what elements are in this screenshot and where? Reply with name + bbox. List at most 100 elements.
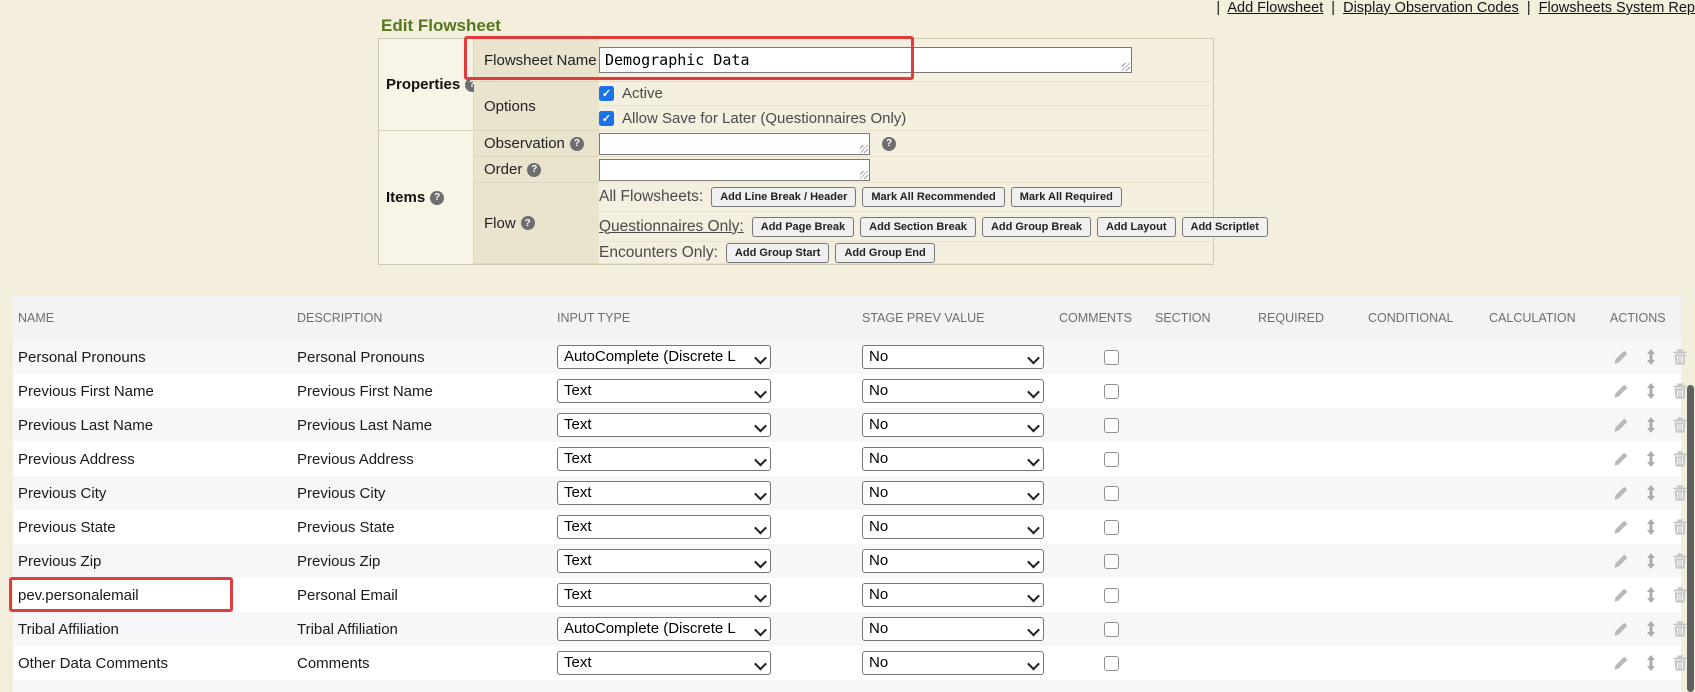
stage-prev-value-select[interactable]: No — [862, 379, 1044, 403]
add-flowsheet-link[interactable]: Add Flowsheet — [1227, 0, 1323, 16]
help-icon[interactable]: ? — [430, 191, 444, 205]
input-type-select[interactable]: Text — [557, 481, 771, 505]
trash-icon[interactable] — [1673, 587, 1687, 603]
pencil-icon[interactable] — [1613, 553, 1629, 569]
pencil-icon[interactable] — [1613, 655, 1629, 671]
trash-icon[interactable] — [1673, 621, 1687, 637]
mark-all-required-button[interactable]: Mark All Required — [1011, 187, 1122, 207]
pencil-icon[interactable] — [1613, 417, 1629, 433]
input-type-select[interactable]: AutoComplete (Discrete L — [557, 617, 771, 641]
add-page-break-button[interactable]: Add Page Break — [752, 217, 854, 237]
resize-handle-icon[interactable] — [860, 171, 868, 179]
trash-icon[interactable] — [1673, 519, 1687, 535]
comments-checkbox[interactable] — [1104, 622, 1119, 637]
properties-section-label: Properties ? — [379, 39, 474, 131]
item-name: Previous Last Name — [18, 408, 153, 442]
move-vertical-icon[interactable] — [1646, 485, 1656, 501]
input-type-select[interactable]: Text — [557, 515, 771, 539]
add-scriptlet-button[interactable]: Add Scriptlet — [1182, 217, 1268, 237]
add-group-end-button[interactable]: Add Group End — [835, 243, 934, 263]
add-layout-button[interactable]: Add Layout — [1097, 217, 1176, 237]
stage-prev-value-select[interactable]: No — [862, 549, 1044, 573]
observation-input[interactable] — [599, 133, 870, 155]
move-vertical-icon[interactable] — [1646, 451, 1656, 467]
trash-icon[interactable] — [1673, 553, 1687, 569]
active-checkbox[interactable]: ✓ — [599, 86, 614, 101]
item-name: Personal Pronouns — [18, 340, 146, 374]
flowsheets-system-reports-link[interactable]: Flowsheets System Rep — [1539, 0, 1695, 16]
move-vertical-icon[interactable] — [1646, 655, 1656, 671]
input-type-select[interactable]: AutoComplete (Discrete L — [557, 345, 771, 369]
move-vertical-icon[interactable] — [1646, 383, 1656, 399]
chevron-down-icon — [756, 593, 765, 602]
flowsheet-name-value: Demographic Data — [605, 51, 750, 69]
comments-checkbox[interactable] — [1104, 418, 1119, 433]
trash-icon[interactable] — [1673, 349, 1687, 365]
comments-checkbox[interactable] — [1104, 350, 1119, 365]
trash-icon[interactable] — [1673, 451, 1687, 467]
resize-handle-icon[interactable] — [860, 145, 868, 153]
stage-prev-value-select[interactable]: No — [862, 413, 1044, 437]
move-vertical-icon[interactable] — [1646, 417, 1656, 433]
resize-handle-icon[interactable] — [1122, 63, 1130, 71]
trash-icon[interactable] — [1673, 383, 1687, 399]
move-vertical-icon[interactable] — [1646, 621, 1656, 637]
move-vertical-icon[interactable] — [1646, 587, 1656, 603]
add-group-break-button[interactable]: Add Group Break — [982, 217, 1091, 237]
pencil-icon[interactable] — [1613, 485, 1629, 501]
allow-save-checkbox[interactable]: ✓ — [599, 111, 614, 126]
help-icon[interactable]: ? — [882, 137, 896, 151]
link-separator: | — [1523, 0, 1535, 16]
vertical-scrollbar[interactable] — [1687, 385, 1694, 692]
order-input[interactable] — [599, 159, 870, 181]
trash-icon[interactable] — [1673, 655, 1687, 671]
items-section-label: Items ? — [379, 131, 474, 264]
input-type-select[interactable]: Text — [557, 413, 771, 437]
stage-prev-value-select[interactable]: No — [862, 515, 1044, 539]
add-group-start-button[interactable]: Add Group Start — [726, 243, 830, 263]
item-description: Previous Zip — [297, 544, 380, 578]
move-vertical-icon[interactable] — [1646, 553, 1656, 569]
comments-checkbox[interactable] — [1104, 486, 1119, 501]
pencil-icon[interactable] — [1613, 621, 1629, 637]
column-header-description: DESCRIPTION — [297, 296, 382, 340]
stage-prev-value-select[interactable]: No — [862, 583, 1044, 607]
stage-prev-value-select[interactable]: No — [862, 447, 1044, 471]
add-line-break-header-button[interactable]: Add Line Break / Header — [711, 187, 856, 207]
add-section-break-button[interactable]: Add Section Break — [860, 217, 976, 237]
pencil-icon[interactable] — [1613, 383, 1629, 399]
help-icon[interactable]: ? — [521, 216, 535, 230]
item-description: Tribal Affiliation — [297, 612, 398, 646]
pencil-icon[interactable] — [1613, 519, 1629, 535]
display-observation-codes-link[interactable]: Display Observation Codes — [1343, 0, 1519, 16]
help-icon[interactable]: ? — [570, 137, 584, 151]
pencil-icon[interactable] — [1613, 451, 1629, 467]
flowsheet-name-input[interactable]: Demographic Data — [599, 47, 1132, 73]
stage-prev-value-select[interactable]: No — [862, 617, 1044, 641]
trash-icon[interactable] — [1673, 417, 1687, 433]
move-vertical-icon[interactable] — [1646, 519, 1656, 535]
mark-all-recommended-button[interactable]: Mark All Recommended — [862, 187, 1004, 207]
help-icon[interactable]: ? — [527, 163, 541, 177]
stage-prev-value-select[interactable]: No — [862, 481, 1044, 505]
comments-checkbox[interactable] — [1104, 384, 1119, 399]
options-label: Options — [474, 82, 599, 131]
input-type-select[interactable]: Text — [557, 651, 771, 675]
input-type-select[interactable]: Text — [557, 447, 771, 471]
comments-checkbox[interactable] — [1104, 452, 1119, 467]
stage-prev-value-select[interactable]: No — [862, 651, 1044, 675]
input-type-select[interactable]: Text — [557, 549, 771, 573]
comments-checkbox[interactable] — [1104, 520, 1119, 535]
comments-checkbox[interactable] — [1104, 588, 1119, 603]
chevron-down-icon — [756, 457, 765, 466]
stage-prev-value-select[interactable]: No — [862, 345, 1044, 369]
pencil-icon[interactable] — [1613, 587, 1629, 603]
input-type-select[interactable]: Text — [557, 379, 771, 403]
comments-checkbox[interactable] — [1104, 554, 1119, 569]
move-vertical-icon[interactable] — [1646, 349, 1656, 365]
comments-checkbox[interactable] — [1104, 656, 1119, 671]
input-type-select[interactable]: Text — [557, 583, 771, 607]
trash-icon[interactable] — [1673, 485, 1687, 501]
column-header-name: NAME — [18, 296, 54, 340]
pencil-icon[interactable] — [1613, 349, 1629, 365]
